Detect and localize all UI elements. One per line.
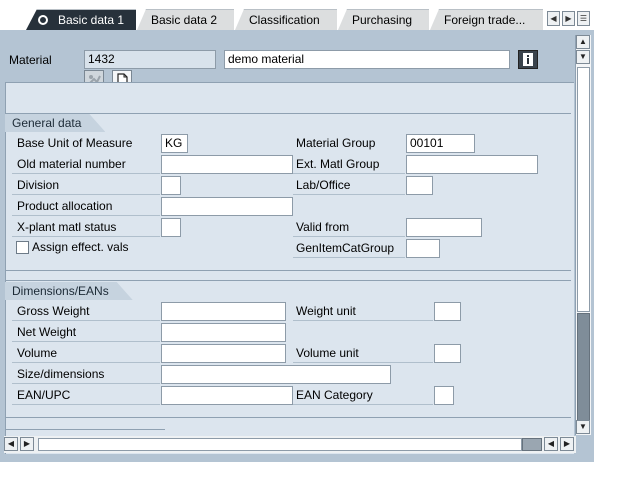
group-border (5, 429, 165, 430)
material-description-field[interactable]: demo material (224, 50, 510, 69)
product-allocation-label: Product allocation (17, 199, 113, 213)
gross-weight-label: Gross Weight (17, 304, 90, 318)
tab-strip: Basic data 1 Basic data 2 Classification… (0, 0, 594, 30)
tab-scroll-right-button[interactable]: ▶ (562, 11, 575, 26)
xplant-status-label: X-plant matl status (17, 220, 117, 234)
group-border (5, 280, 571, 281)
xplant-status-field[interactable] (161, 218, 181, 237)
scroll-down-button[interactable]: ▼ (576, 420, 590, 434)
tab-basic-data-1[interactable]: Basic data 1 (26, 9, 136, 30)
volume-unit-label: Volume unit (296, 346, 359, 360)
material-label: Material (9, 53, 52, 67)
net-weight-field[interactable] (161, 323, 286, 342)
lab-office-field[interactable] (406, 176, 433, 195)
group-border (5, 417, 571, 418)
tab-label: Classification (249, 13, 320, 27)
material-group-field[interactable]: 00101 (406, 134, 475, 153)
tab-label: Basic data 2 (151, 13, 218, 27)
scroll-page-down-button[interactable]: ▼ (576, 50, 590, 64)
base-uom-field[interactable]: KG (161, 134, 188, 153)
vertical-scroll-thumb[interactable] (577, 313, 590, 426)
old-material-number-label: Old material number (17, 157, 126, 171)
lab-office-label: Lab/Office (296, 178, 351, 192)
scroll-right-small-button[interactable]: ▶ (20, 437, 34, 451)
scroll-left-end-button[interactable]: ◀ (544, 437, 558, 451)
net-weight-label: Net Weight (17, 325, 77, 339)
general-data-title: General data (5, 114, 105, 132)
weight-unit-label: Weight unit (296, 304, 356, 318)
tab-label: Basic data 1 (58, 13, 125, 27)
product-allocation-field[interactable] (161, 197, 293, 216)
tab-classification[interactable]: Classification (235, 9, 337, 30)
vertical-scrollbar[interactable]: ▲ ▼ ▼ (575, 35, 591, 435)
division-field[interactable] (161, 176, 181, 195)
scroll-up-button[interactable]: ▲ (576, 35, 590, 49)
horizontal-scroll-track[interactable] (38, 438, 522, 451)
tab-purchasing[interactable]: Purchasing (338, 9, 429, 30)
valid-from-field[interactable] (406, 218, 482, 237)
tab-basic-data-2[interactable]: Basic data 2 (137, 9, 234, 30)
vertical-scroll-track[interactable] (577, 67, 590, 312)
ean-category-field[interactable] (434, 386, 454, 405)
tab-list-button[interactable]: ☰ (577, 11, 590, 26)
ean-upc-label: EAN/UPC (17, 388, 71, 402)
tab-label: Purchasing (352, 13, 413, 27)
ext-matl-group-field[interactable] (406, 155, 538, 174)
division-label: Division (17, 178, 60, 192)
volume-field[interactable] (161, 344, 286, 363)
material-group-label: Material Group (296, 136, 376, 150)
group-border (5, 113, 571, 114)
info-button[interactable] (518, 50, 538, 69)
old-material-number-field[interactable] (161, 155, 293, 174)
horizontal-scroll-thumb[interactable] (522, 438, 542, 451)
ean-upc-field[interactable] (161, 386, 293, 405)
size-dimensions-label: Size/dimensions (17, 367, 105, 381)
dimensions-title: Dimensions/EANs (5, 282, 133, 300)
scroll-left-button[interactable]: ◀ (4, 437, 18, 451)
gross-weight-field[interactable] (161, 302, 286, 321)
scroll-right-end-button[interactable]: ▶ (560, 437, 574, 451)
base-uom-label: Base Unit of Measure (17, 136, 133, 150)
tab-scroll-left-button[interactable]: ◀ (547, 11, 560, 26)
tab-label: Foreign trade... (444, 13, 526, 27)
info-icon (523, 53, 533, 66)
weight-unit-field[interactable] (434, 302, 461, 321)
volume-label: Volume (17, 346, 58, 360)
tab-foreign-trade[interactable]: Foreign trade... (430, 9, 543, 30)
assign-effect-label: Assign effect. vals (32, 240, 129, 254)
size-dimensions-field[interactable] (161, 365, 391, 384)
volume-unit-field[interactable] (434, 344, 461, 363)
material-number-field[interactable]: 1432 (84, 50, 216, 69)
gen-item-cat-label: GenItemCatGroup (296, 241, 395, 255)
ean-category-label: EAN Category (296, 388, 373, 402)
valid-from-label: Valid from (296, 220, 350, 234)
tab-panel: Material 1432 demo material General data… (0, 30, 594, 462)
ext-matl-group-label: Ext. Matl Group (296, 157, 380, 171)
horizontal-scrollbar[interactable]: ◀ ▶ ◀ ▶ (4, 436, 576, 453)
group-border (5, 270, 571, 271)
gen-item-cat-field[interactable] (406, 239, 440, 258)
assign-effect-checkbox[interactable] (16, 241, 29, 254)
active-tab-icon (38, 15, 48, 25)
